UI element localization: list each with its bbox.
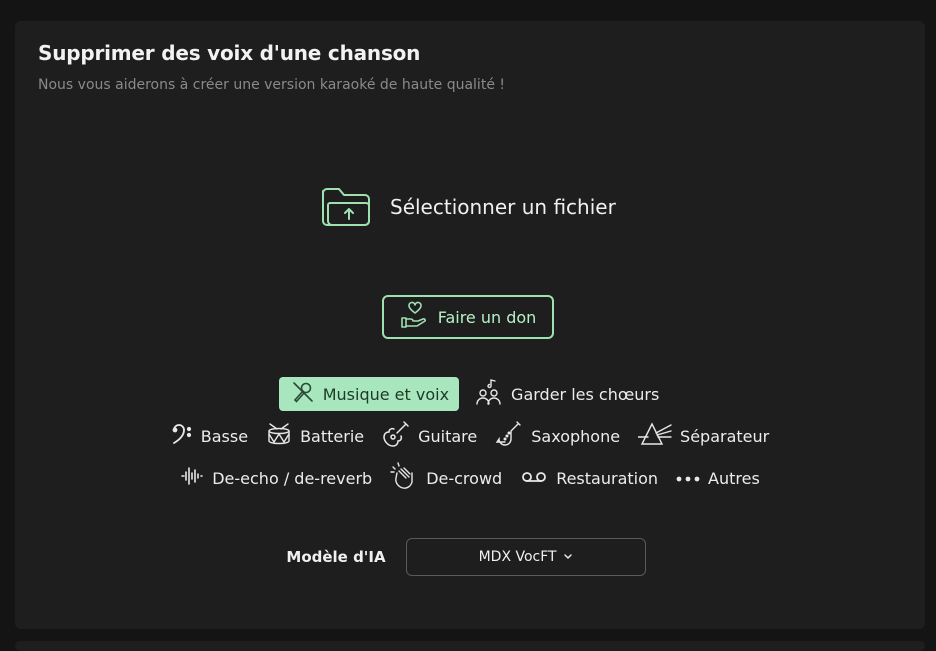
voicemail-icon xyxy=(520,466,548,490)
option-label: Autres xyxy=(708,468,760,488)
choir-icon xyxy=(475,379,503,409)
bass-clef-icon xyxy=(171,422,193,450)
hand-heart-icon xyxy=(400,301,428,333)
prism-icon xyxy=(637,421,672,451)
main-panel: Supprimer des voix d'une chanson Nous vo… xyxy=(15,21,925,629)
model-row: Modèle d'IA MDX VocFT xyxy=(15,538,925,576)
option-saxophone[interactable]: Saxophone xyxy=(493,419,622,453)
option-label: Musique et voix xyxy=(322,384,450,404)
more-dots-icon xyxy=(676,469,700,488)
options-row-2: Basse Batterie Guitare Saxophone Séparat… xyxy=(15,419,925,453)
waveform-icon xyxy=(180,464,204,492)
option-guitar[interactable]: Guitare xyxy=(380,419,479,453)
select-file-button[interactable]: Sélectionner un fichier xyxy=(320,183,616,231)
option-bass[interactable]: Basse xyxy=(169,419,250,453)
option-label: De-echo / de-reverb xyxy=(212,468,373,488)
option-de-echo[interactable]: De-echo / de-reverb xyxy=(178,461,374,495)
model-value: MDX VocFT xyxy=(478,549,557,565)
page-subtitle: Nous vous aiderons à créer une version k… xyxy=(38,77,505,93)
model-select[interactable]: MDX VocFT xyxy=(405,538,646,576)
option-label: De-crowd xyxy=(426,468,503,488)
option-label: Basse xyxy=(200,426,249,446)
option-de-crowd[interactable]: De-crowd xyxy=(388,461,504,495)
select-file-label: Sélectionner un fichier xyxy=(390,195,616,219)
option-label: Restauration xyxy=(556,468,659,488)
saxophone-icon xyxy=(495,420,523,452)
donate-label: Faire un don xyxy=(437,307,537,327)
folder-upload-icon xyxy=(320,181,372,233)
option-drums[interactable]: Batterie xyxy=(264,419,366,453)
microphone-slash-icon xyxy=(291,380,315,408)
clapping-hands-icon xyxy=(390,462,418,494)
option-label: Garder les chœurs xyxy=(511,384,660,404)
next-panel xyxy=(15,641,925,651)
options-row-1: Musique et voix Garder les chœurs xyxy=(15,377,925,411)
option-label: Batterie xyxy=(300,426,365,446)
option-restoration[interactable]: Restauration xyxy=(518,461,660,495)
option-label: Séparateur xyxy=(680,426,770,446)
option-label: Saxophone xyxy=(531,426,621,446)
model-label: Modèle d'IA xyxy=(286,548,386,566)
chevron-down-icon xyxy=(563,549,573,565)
option-separator[interactable]: Séparateur xyxy=(636,419,771,453)
options-row-3: De-echo / de-reverb De-crowd Restauratio… xyxy=(15,461,925,495)
drum-icon xyxy=(266,422,292,450)
option-label: Guitare xyxy=(418,426,478,446)
page-title: Supprimer des voix d'une chanson xyxy=(38,41,421,65)
option-keep-choirs[interactable]: Garder les chœurs xyxy=(473,377,661,411)
option-others[interactable]: Autres xyxy=(674,461,762,495)
option-music-and-voice[interactable]: Musique et voix xyxy=(278,377,460,411)
donate-button[interactable]: Faire un don xyxy=(382,295,554,339)
guitar-icon xyxy=(382,420,410,452)
